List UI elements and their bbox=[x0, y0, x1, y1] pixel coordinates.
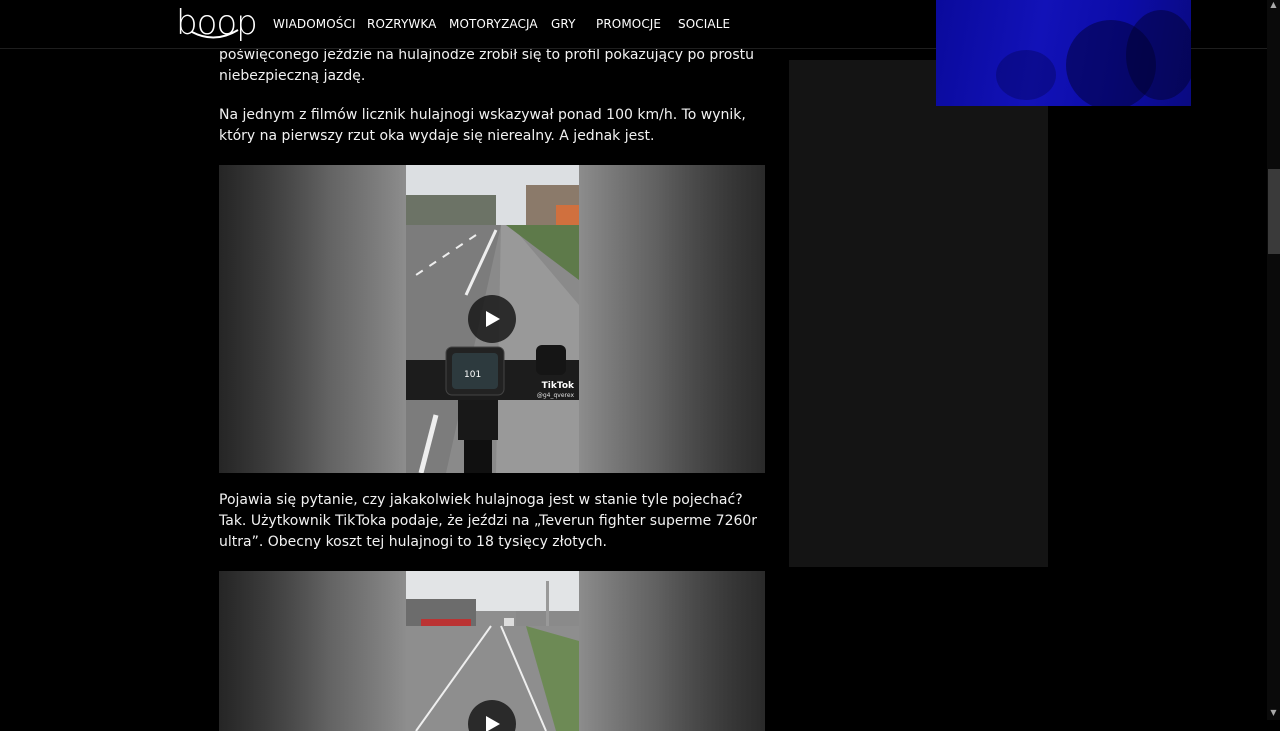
play-icon bbox=[486, 311, 500, 327]
play-icon bbox=[486, 716, 500, 731]
video-embed[interactable] bbox=[219, 571, 765, 731]
nav-item-rozrywka[interactable]: ROZRYWKA bbox=[367, 17, 436, 31]
play-button[interactable] bbox=[468, 295, 516, 343]
article-paragraph: Na jednym z filmów licznik hulajnogi wsk… bbox=[219, 107, 746, 144]
tiktok-logo-icon: TikTok bbox=[541, 381, 574, 391]
ad-banner[interactable] bbox=[936, 0, 1191, 106]
tiktok-handle: @g4_qverex bbox=[536, 392, 574, 399]
page-scrollbar[interactable]: ▲ ▼ bbox=[1267, 0, 1280, 720]
article-paragraph: Pojawia się pytanie, czy jakakolwiek hul… bbox=[219, 492, 758, 550]
nav-item-wiadomosci[interactable]: WIADOMOŚCI bbox=[273, 17, 356, 31]
tiktok-watermark: TikTok @g4_qverex bbox=[534, 381, 574, 401]
scroll-up-icon[interactable]: ▲ bbox=[1267, 0, 1280, 10]
logo-swoosh-icon bbox=[191, 29, 239, 39]
video-embed[interactable]: 101 TikTok @g4_qverex bbox=[219, 165, 765, 473]
scroll-down-icon[interactable]: ▼ bbox=[1267, 708, 1280, 718]
nav-item-sociale[interactable]: SOCIALE bbox=[678, 17, 730, 31]
speed-readout: 101 bbox=[464, 370, 481, 380]
nav-item-promocje[interactable]: PROMOCJE bbox=[596, 17, 661, 31]
nav-item-motoryzacja[interactable]: MOTORYZACJA bbox=[449, 17, 538, 31]
nav-item-gry[interactable]: GRY bbox=[551, 17, 576, 31]
scrollbar-thumb[interactable] bbox=[1268, 169, 1280, 254]
article-paragraph: poświęconego jeździe na hulajnodze zrobi… bbox=[219, 47, 754, 84]
sidebar-ad-placeholder bbox=[789, 60, 1048, 567]
